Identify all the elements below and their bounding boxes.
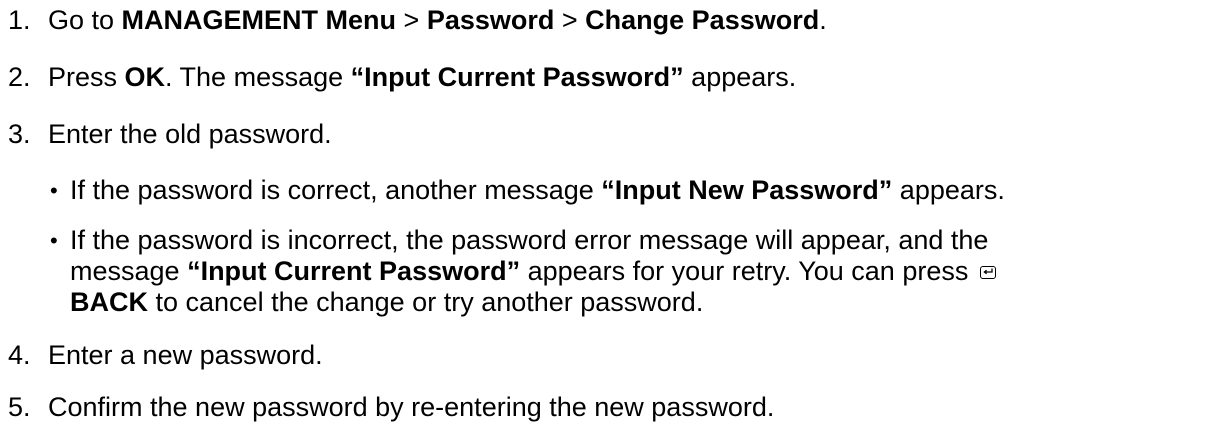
text-run: to cancel the change or try another pass…: [148, 287, 704, 317]
menu-item-change-password: Change Password: [585, 5, 820, 35]
step-text: Enter the old password.: [48, 119, 332, 149]
text-run: >: [396, 5, 427, 35]
back-return-icon: [979, 266, 996, 279]
step-number: 1.: [8, 5, 31, 35]
step-3: 3. Enter the old password.: [0, 119, 332, 150]
step-3-bullet-correct: • If the password is correct, another me…: [0, 175, 1005, 206]
menu-item-password: Password: [426, 5, 555, 35]
bullet-icon: •: [50, 178, 58, 203]
step-text: Enter a new password.: [48, 340, 323, 370]
step-text: Go to MANAGEMENT Menu > Password > Chang…: [48, 5, 827, 35]
message-input-new-password: “Input New Password”: [601, 175, 893, 205]
text-run: Press: [48, 62, 125, 92]
bullet-text: If the password is correct, another mess…: [70, 175, 1005, 205]
text-run: appears.: [683, 62, 797, 92]
step-text: Press OK. The message “Input Current Pas…: [48, 62, 796, 92]
step-number: 5.: [8, 392, 31, 422]
text-run: .: [819, 5, 827, 35]
text-run: message: [70, 256, 188, 286]
step-2: 2. Press OK. The message “Input Current …: [0, 62, 796, 93]
ok-key-label: OK: [124, 62, 166, 92]
step-3-bullet-incorrect: • If the password is incorrect, the pass…: [0, 225, 996, 318]
step-1: 1. Go to MANAGEMENT Menu > Password > Ch…: [0, 5, 827, 36]
menu-name: MANAGEMENT Menu: [121, 5, 397, 35]
bullet-line-2: message “Input Current Password” appears…: [70, 256, 996, 287]
step-number: 4.: [8, 340, 31, 370]
text-run: appears.: [892, 175, 1005, 205]
text-run: Go to: [48, 5, 122, 35]
message-input-current-password: “Input Current Password”: [187, 256, 521, 286]
text-run: . The message: [165, 62, 351, 92]
text-run: >: [554, 5, 586, 35]
bullet-line-3: BACK to cancel the change or try another…: [70, 287, 996, 318]
text-run: appears for your retry. You can press: [520, 256, 969, 286]
message-input-current-password: “Input Current Password”: [350, 62, 684, 92]
step-text: Confirm the new password by re-entering …: [48, 392, 775, 422]
bullet-icon: •: [50, 228, 58, 253]
step-5: 5. Confirm the new password by re-enteri…: [0, 392, 774, 423]
text-run: If the password is correct, another mess…: [70, 175, 602, 205]
back-key-label: BACK: [70, 287, 148, 317]
bullet-line-1: If the password is incorrect, the passwo…: [70, 225, 989, 255]
step-4: 4. Enter a new password.: [0, 340, 323, 371]
step-number: 2.: [8, 62, 31, 92]
step-number: 3.: [8, 119, 31, 149]
